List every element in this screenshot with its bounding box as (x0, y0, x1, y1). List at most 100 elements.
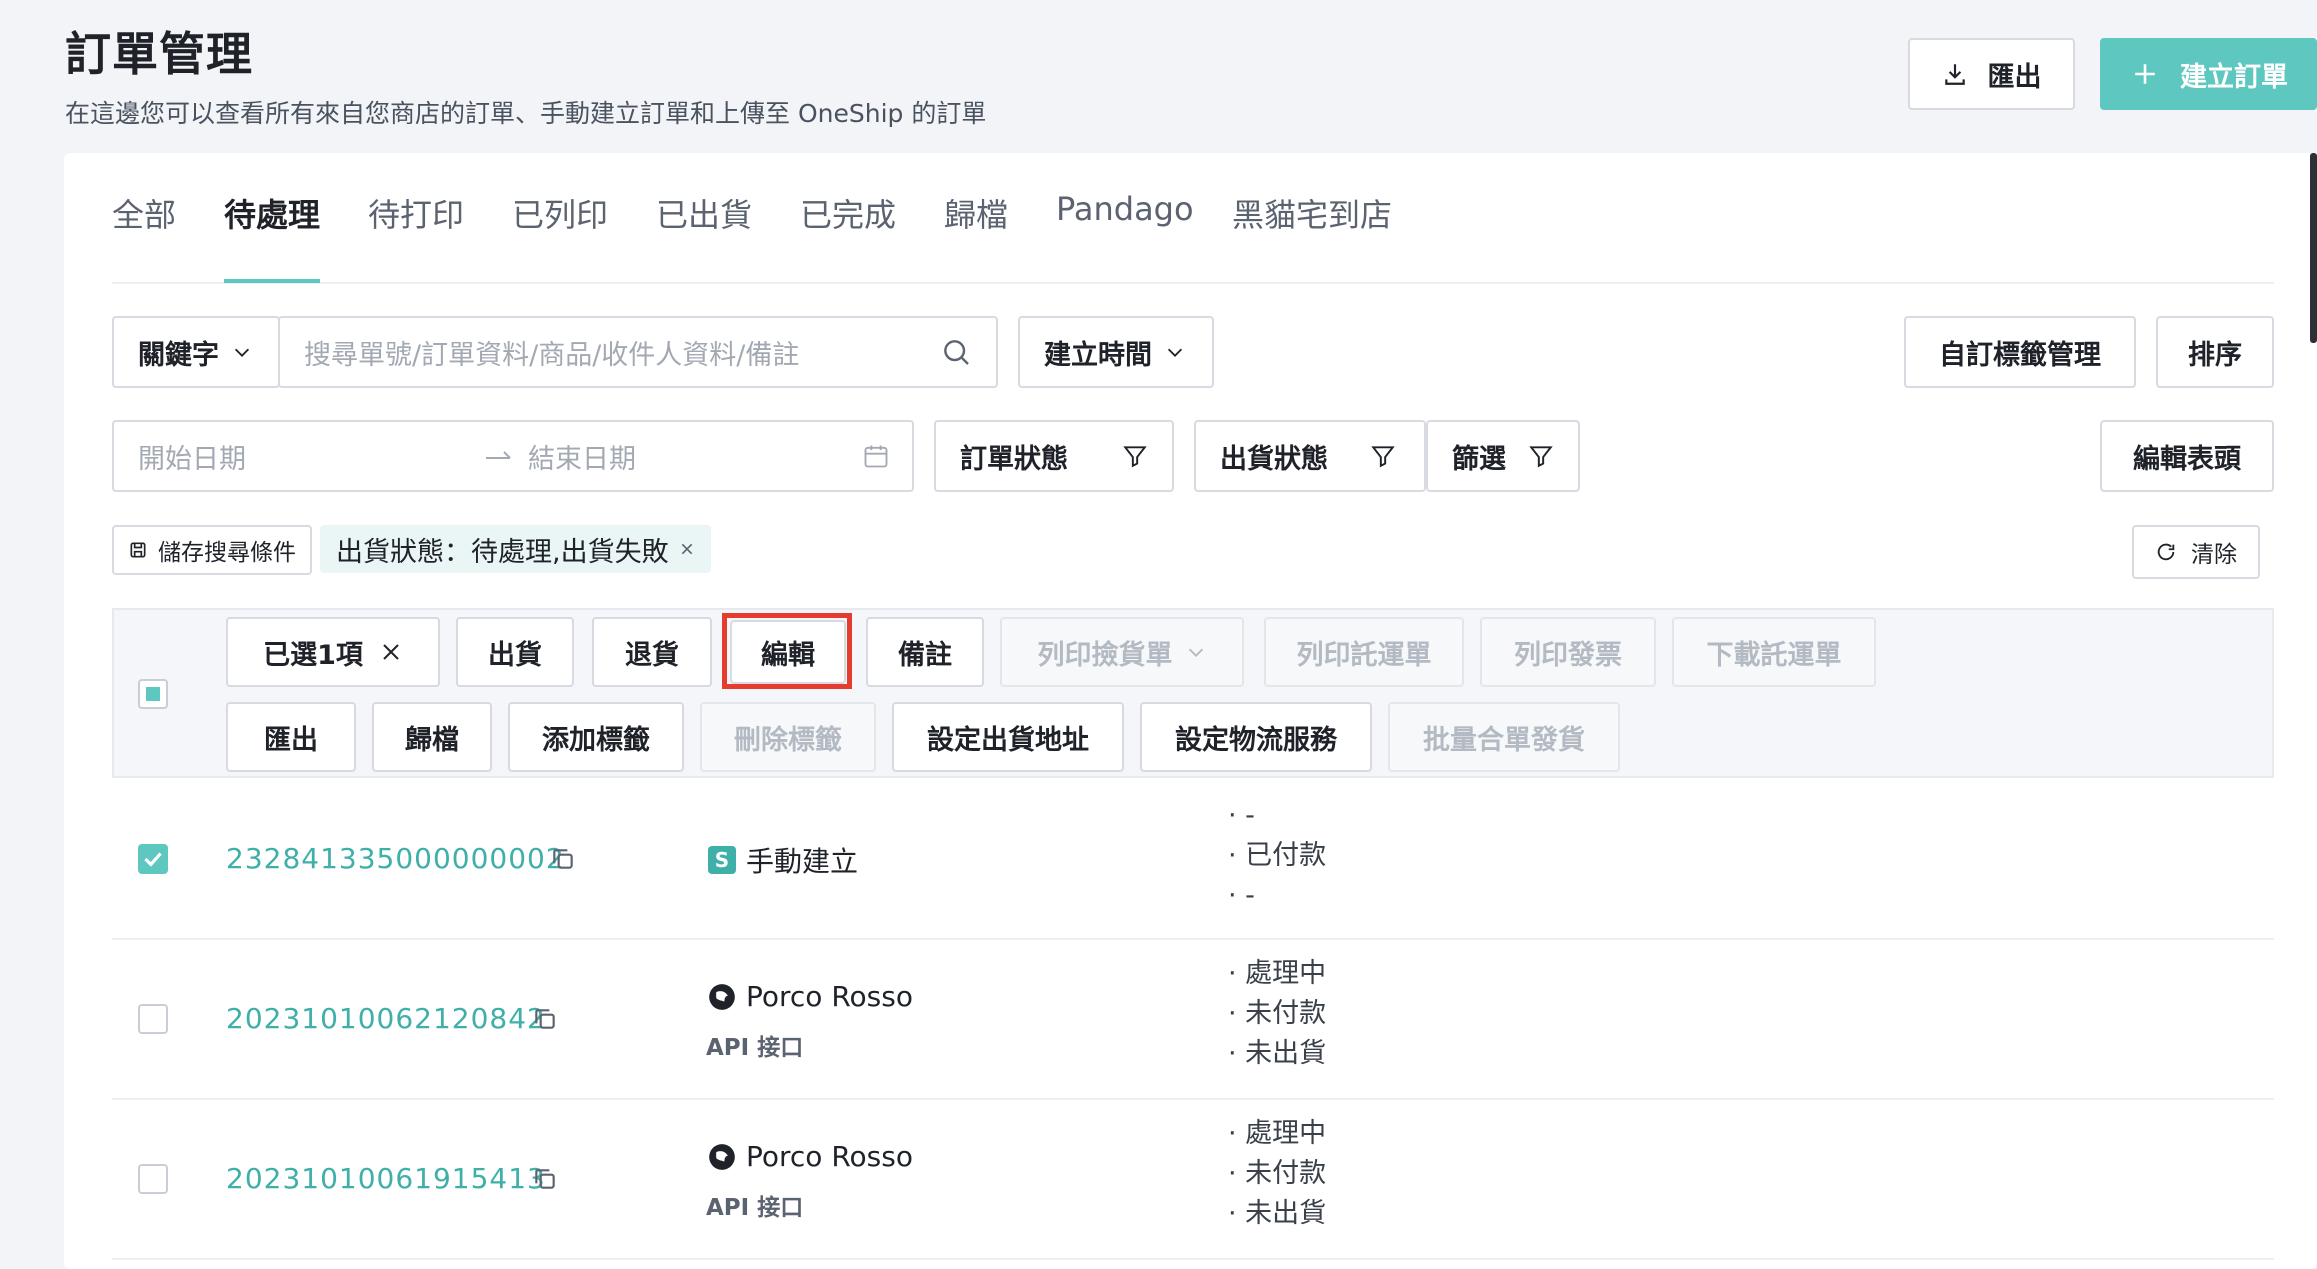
set-shipping-address-button[interactable]: 設定出貨地址 (892, 702, 1124, 772)
filter-icon (1528, 443, 1554, 469)
tab-pandago[interactable]: Pandago (1056, 190, 1194, 228)
chevron-down-icon (1164, 341, 1186, 363)
status-line: · - (1228, 800, 1255, 831)
table-row[interactable]: 20231010062120842 Porco Rosso API 接口 · 處… (112, 940, 2274, 1100)
set-logistics-service-button[interactable]: 設定物流服務 (1140, 702, 1372, 772)
search-input[interactable]: 搜尋單號/訂單資料/商品/收件人資料/備註 (278, 316, 998, 388)
edit-header-button[interactable]: 編輯表頭 (2100, 420, 2274, 492)
order-source: S 手動建立 (708, 840, 858, 880)
edit-button-highlight (722, 613, 852, 689)
search-icon[interactable] (940, 336, 972, 368)
status-value: 未付款 (1245, 1158, 1327, 1189)
create-order-button[interactable]: 建立訂單 (2100, 38, 2317, 110)
created-time-select[interactable]: 建立時間 (1018, 316, 1214, 388)
chevron-down-icon (231, 341, 253, 363)
shipping-status-filter[interactable]: 出貨狀態 (1194, 420, 1426, 492)
print-invoice-button[interactable]: 列印發票 (1480, 617, 1656, 687)
note-button[interactable]: 備註 (866, 617, 984, 687)
status-line: · 未出貨 (1228, 1198, 1327, 1229)
close-icon[interactable] (679, 541, 695, 557)
export-label: 匯出 (1987, 61, 2042, 93)
tab-divider (112, 282, 2274, 284)
table-row[interactable]: 20231010061915413 Porco Rosso API 接口 · 處… (112, 1100, 2274, 1260)
archive-button[interactable]: 歸檔 (372, 702, 492, 772)
tab-completed[interactable]: 已完成 (800, 190, 896, 236)
return-button[interactable]: 退貨 (592, 617, 712, 687)
close-icon (379, 640, 403, 664)
active-filter-chip: 出貨狀態：待處理,出貨失敗 (320, 525, 711, 573)
clear-label: 清除 (2191, 542, 2237, 568)
shopline-logo-icon: S (708, 846, 736, 874)
end-date-placeholder: 結束日期 (528, 443, 636, 475)
filter-label: 篩選 (1452, 443, 1506, 475)
print-waybill-button[interactable]: 列印託運單 (1264, 617, 1464, 687)
copy-icon[interactable] (532, 1006, 558, 1032)
scrollbar[interactable] (2310, 153, 2317, 343)
save-search-label: 儲存搜尋條件 (158, 540, 296, 566)
order-source-label: 手動建立 (746, 845, 859, 878)
save-search-button[interactable]: 儲存搜尋條件 (112, 525, 312, 575)
status-line: · 處理中 (1228, 958, 1327, 989)
status-line: · 未出貨 (1228, 1038, 1327, 1069)
status-value: - (1245, 880, 1255, 911)
selected-count-button[interactable]: 已選1項 (226, 617, 440, 687)
copy-icon[interactable] (532, 1166, 558, 1192)
print-picking-list-label: 列印撿貨單 (1037, 639, 1173, 671)
download-waybill-button[interactable]: 下載託運單 (1672, 617, 1876, 687)
add-tag-button[interactable]: 添加標籤 (508, 702, 684, 772)
tab-archived[interactable]: 歸檔 (944, 190, 1008, 236)
tab-pending[interactable]: 待處理 (224, 190, 320, 236)
custom-tag-button[interactable]: 自訂標籤管理 (1904, 316, 2136, 388)
filter-button[interactable]: 篩選 (1426, 420, 1580, 492)
row-checkbox[interactable] (138, 1004, 168, 1034)
chevron-down-icon (1185, 641, 1207, 663)
delete-tag-button[interactable]: 刪除標籤 (700, 702, 876, 772)
order-status-list: · 處理中 · 未付款 · 未出貨 (1228, 954, 1326, 1074)
sort-button[interactable]: 排序 (2156, 316, 2274, 388)
check-icon (144, 852, 162, 867)
date-range-input[interactable]: 開始日期 結束日期 (112, 420, 914, 492)
tab-shipped[interactable]: 已出貨 (656, 190, 752, 236)
order-status-list: · 處理中 · 未付款 · 未出貨 (1228, 1114, 1326, 1234)
export-button[interactable]: 匯出 (1908, 38, 2075, 110)
print-picking-list-button[interactable]: 列印撿貨單 (1000, 617, 1244, 687)
order-status-list: · - · 已付款 · - (1228, 796, 1326, 916)
search-placeholder: 搜尋單號/訂單資料/商品/收件人資料/備註 (304, 339, 800, 371)
page-subtitle: 在這邊您可以查看所有來自您商店的訂單、手動建立訂單和上傳至 OneShip 的訂… (65, 99, 987, 128)
tab-to-print[interactable]: 待打印 (368, 190, 464, 236)
bulk-export-button[interactable]: 匯出 (226, 702, 356, 772)
order-id-link[interactable]: 20231010061915413 (226, 1162, 546, 1195)
order-id-link[interactable]: 232841335000000002 (226, 842, 565, 875)
status-line: · 處理中 (1228, 1118, 1327, 1149)
order-source: Porco Rosso (708, 980, 913, 1013)
table-row[interactable]: 232841335000000002 S 手動建立 · - · 已付款 · - (112, 778, 2274, 940)
status-value: 未出貨 (1245, 1038, 1327, 1069)
order-sub-source: API 接口 (706, 1195, 804, 1221)
tab-printed[interactable]: 已列印 (512, 190, 608, 236)
order-status-filter[interactable]: 訂單狀態 (934, 420, 1174, 492)
keyword-select[interactable]: 關鍵字 (112, 316, 280, 388)
ship-button[interactable]: 出貨 (456, 617, 574, 687)
clear-button[interactable]: 清除 (2132, 525, 2260, 579)
tab-tcat[interactable]: 黑貓宅到店 (1232, 190, 1392, 236)
status-line: · 未付款 (1228, 1158, 1327, 1189)
status-value: 處理中 (1245, 958, 1327, 989)
calendar-icon (862, 442, 890, 470)
order-source-label: Porco Rosso (746, 1140, 913, 1173)
row-checkbox[interactable] (138, 844, 168, 874)
start-date-placeholder: 開始日期 (138, 443, 246, 475)
create-order-label: 建立訂單 (2180, 61, 2288, 93)
arrow-right-icon (484, 446, 514, 466)
row-checkbox[interactable] (138, 1164, 168, 1194)
status-value: 未付款 (1245, 998, 1327, 1029)
bulk-merge-ship-button[interactable]: 批量合單發貨 (1388, 702, 1620, 772)
shipping-status-label: 出貨狀態 (1220, 443, 1328, 475)
tab-all[interactable]: 全部 (112, 190, 176, 236)
status-line: · 未付款 (1228, 998, 1327, 1029)
select-all-checkbox[interactable] (138, 679, 168, 709)
plus-icon (2132, 61, 2158, 87)
refresh-icon (2155, 541, 2177, 563)
status-line: · 已付款 (1228, 840, 1327, 871)
order-id-link[interactable]: 20231010062120842 (226, 1002, 546, 1035)
copy-icon[interactable] (550, 846, 576, 872)
